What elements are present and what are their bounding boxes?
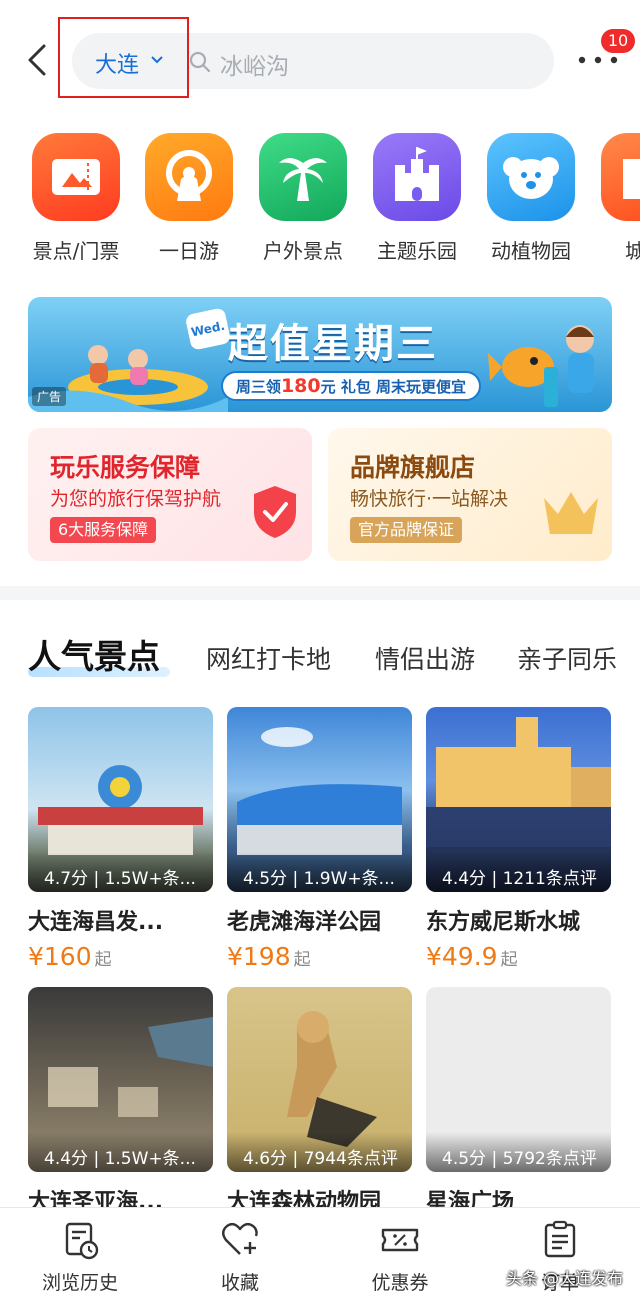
section-divider: [0, 586, 640, 600]
category-label: 一日游: [159, 239, 219, 263]
castle-icon: [373, 133, 461, 221]
promo-chip: 官方品牌保证: [350, 517, 463, 543]
price-value: ¥198: [227, 942, 291, 971]
banner-title: 超值星期三: [228, 321, 438, 367]
category-theme-park[interactable]: 主题乐园: [365, 133, 469, 263]
banner-strip-amount: 180: [280, 375, 321, 397]
attraction-name: 大连海昌发...: [28, 910, 164, 935]
attraction-price: ¥49.9 起: [426, 942, 611, 971]
brand-flagship-card[interactable]: 品牌旗舰店 畅快旅行·一站解决 官方品牌保证: [328, 428, 612, 561]
price-suffix: 起: [94, 950, 112, 970]
nav-label: 浏览历史: [41, 1272, 118, 1294]
price-value: ¥160: [28, 942, 92, 971]
rating-reviews: 4.7分 | 1.5W+条...: [28, 852, 213, 892]
history-icon: [65, 1222, 99, 1260]
back-arrow-icon[interactable]: [22, 40, 52, 80]
ticket-icon: [32, 133, 120, 221]
ferris-wheel-icon: [145, 133, 233, 221]
rating-reviews: 4.5分 | 5792条点评: [426, 1132, 611, 1172]
attraction-photo-placeholder: 4.5分 | 5792条点评: [426, 987, 611, 1172]
watermark: 头条 @大连发布: [506, 1269, 624, 1288]
search-input[interactable]: 冰峪沟: [220, 47, 289, 81]
banner-kid-illustration: [488, 325, 594, 407]
heart-plus-icon: [222, 1222, 258, 1255]
crown-icon: [544, 492, 598, 534]
category-row: 景点/门票 一日游 户外景点 主题乐园 动植物园 城市: [0, 133, 640, 263]
tab-popular[interactable]: 人气景点: [28, 630, 160, 678]
top-header: 大连 冰峪沟 10: [0, 0, 640, 110]
attraction-card[interactable]: 4.4分 | 1211条点评 东方威尼斯水城 ¥49.9 起: [426, 707, 611, 971]
banner-strip-prefix: 周三领: [235, 378, 281, 396]
price-suffix: 起: [293, 950, 311, 970]
category-tabs: 人气景点 网红打卡地 情侣出游 亲子同乐: [0, 630, 640, 680]
category-outdoor[interactable]: 户外景点: [251, 133, 355, 263]
service-guarantee-card[interactable]: 玩乐服务保障 为您的旅行保驾护航 6大服务保障: [28, 428, 312, 561]
ad-tag: 广告: [32, 387, 67, 406]
price-suffix: 起: [500, 950, 518, 970]
category-zoo[interactable]: 动植物园: [479, 133, 583, 263]
attraction-photo: 4.6分 | 7944条点评: [227, 987, 412, 1172]
search-icon: [189, 51, 211, 73]
building-icon: [601, 133, 640, 221]
promo-subtitle: 畅快旅行·一站解决: [350, 488, 509, 510]
promo-title: 品牌旗舰店: [350, 453, 476, 482]
attraction-photo: 4.4分 | 1211条点评: [426, 707, 611, 892]
category-label: 城市: [625, 239, 640, 263]
attraction-price: ¥160 起: [28, 942, 213, 971]
nav-history[interactable]: 浏览历史: [20, 1220, 140, 1295]
banner-strip-suffix: 元 礼包 周末玩更便宜: [320, 378, 467, 396]
attraction-card[interactable]: 4.5分 | 5792条点评 星海广场: [426, 987, 611, 1216]
promo-chip: 6大服务保障: [50, 517, 157, 543]
notification-badge: 10: [601, 29, 635, 53]
coupon-icon: [381, 1228, 419, 1252]
nav-label: 收藏: [220, 1272, 259, 1294]
attraction-name: 东方威尼斯水城: [426, 910, 581, 935]
attraction-name: 老虎滩海洋公园: [227, 910, 382, 935]
attraction-card[interactable]: 4.6分 | 7944条点评 大连森林动物园: [227, 987, 412, 1216]
rating-reviews: 4.6分 | 7944条点评: [227, 1132, 412, 1172]
tab-couples[interactable]: 情侣出游: [375, 640, 475, 676]
category-city[interactable]: 城市: [593, 133, 640, 263]
banner-strip: 周三领180元 礼包 周末玩更便宜: [221, 371, 481, 401]
order-icon: [544, 1220, 576, 1258]
category-tickets[interactable]: 景点/门票: [24, 133, 128, 263]
rating-reviews: 4.4分 | 1.5W+条...: [28, 1132, 213, 1172]
category-label: 动植物园: [491, 239, 571, 263]
attraction-photo: 4.7分 | 1.5W+条...: [28, 707, 213, 892]
promo-title: 玩乐服务保障: [50, 453, 201, 482]
ad-banner[interactable]: Wed. 超值星期三 周三领180元 礼包 周末玩更便宜 广告: [28, 297, 612, 412]
attraction-card[interactable]: 4.4分 | 1.5W+条... 大连圣亚海...: [28, 987, 213, 1216]
rating-reviews: 4.4分 | 1211条点评: [426, 852, 611, 892]
nav-coupons[interactable]: 优惠券: [340, 1220, 460, 1295]
attraction-card[interactable]: 4.7分 | 1.5W+条... 大连海昌发... ¥160 起: [28, 707, 213, 971]
category-label: 景点/门票: [32, 239, 120, 263]
price-value: ¥49.9: [426, 942, 498, 971]
category-day-tour[interactable]: 一日游: [137, 133, 241, 263]
more-icon[interactable]: [576, 50, 620, 70]
shield-check-icon: [254, 486, 296, 538]
tab-trending[interactable]: 网红打卡地: [206, 640, 331, 676]
nav-label: 优惠券: [371, 1272, 429, 1294]
tab-family[interactable]: 亲子同乐: [517, 640, 617, 676]
category-label: 主题乐园: [377, 239, 457, 263]
nav-favorites[interactable]: 收藏: [180, 1220, 300, 1295]
city-highlight-box: [58, 17, 189, 98]
attraction-photo: 4.5分 | 1.9W+条...: [227, 707, 412, 892]
rating-reviews: 4.5分 | 1.9W+条...: [227, 852, 412, 892]
attraction-photo: 4.4分 | 1.5W+条...: [28, 987, 213, 1172]
attraction-price: ¥198 起: [227, 942, 412, 971]
palm-tree-icon: [259, 133, 347, 221]
attraction-card[interactable]: 4.5分 | 1.9W+条... 老虎滩海洋公园 ¥198 起: [227, 707, 412, 971]
koala-icon: [487, 133, 575, 221]
promo-subtitle: 为您的旅行保驾护航: [50, 488, 222, 510]
category-label: 户外景点: [263, 239, 343, 263]
